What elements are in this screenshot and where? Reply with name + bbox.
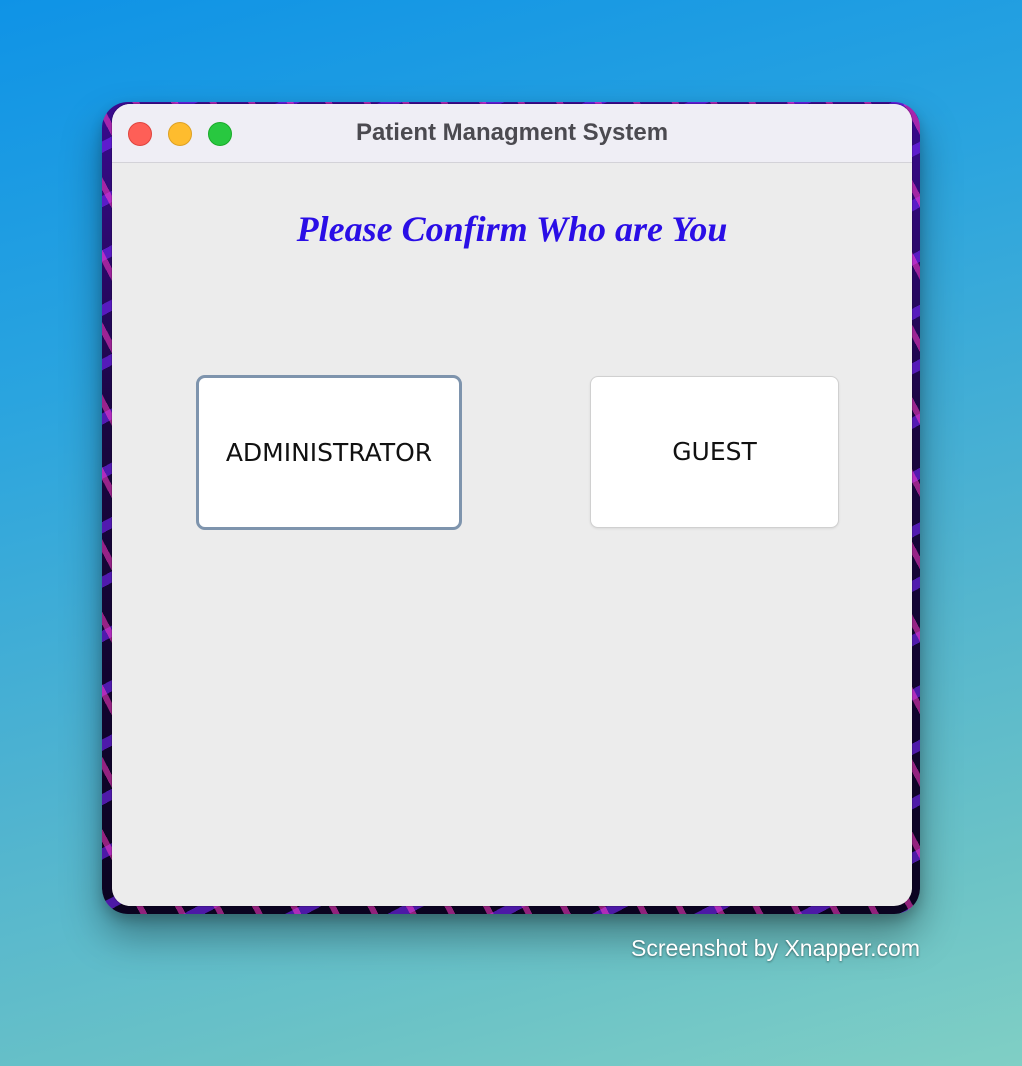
app-window: Patient Managment System Please Confirm …	[112, 104, 912, 906]
window-title: Patient Managment System	[355, 119, 669, 146]
page-heading: Please Confirm Who are You	[296, 209, 728, 249]
screenshot-watermark: Screenshot by Xnapper.com	[631, 935, 920, 961]
title-bar[interactable]: Patient Managment System	[112, 104, 912, 163]
administrator-button[interactable]: ADMINISTRATOR	[196, 375, 462, 530]
guest-button[interactable]: GUEST	[590, 376, 839, 528]
